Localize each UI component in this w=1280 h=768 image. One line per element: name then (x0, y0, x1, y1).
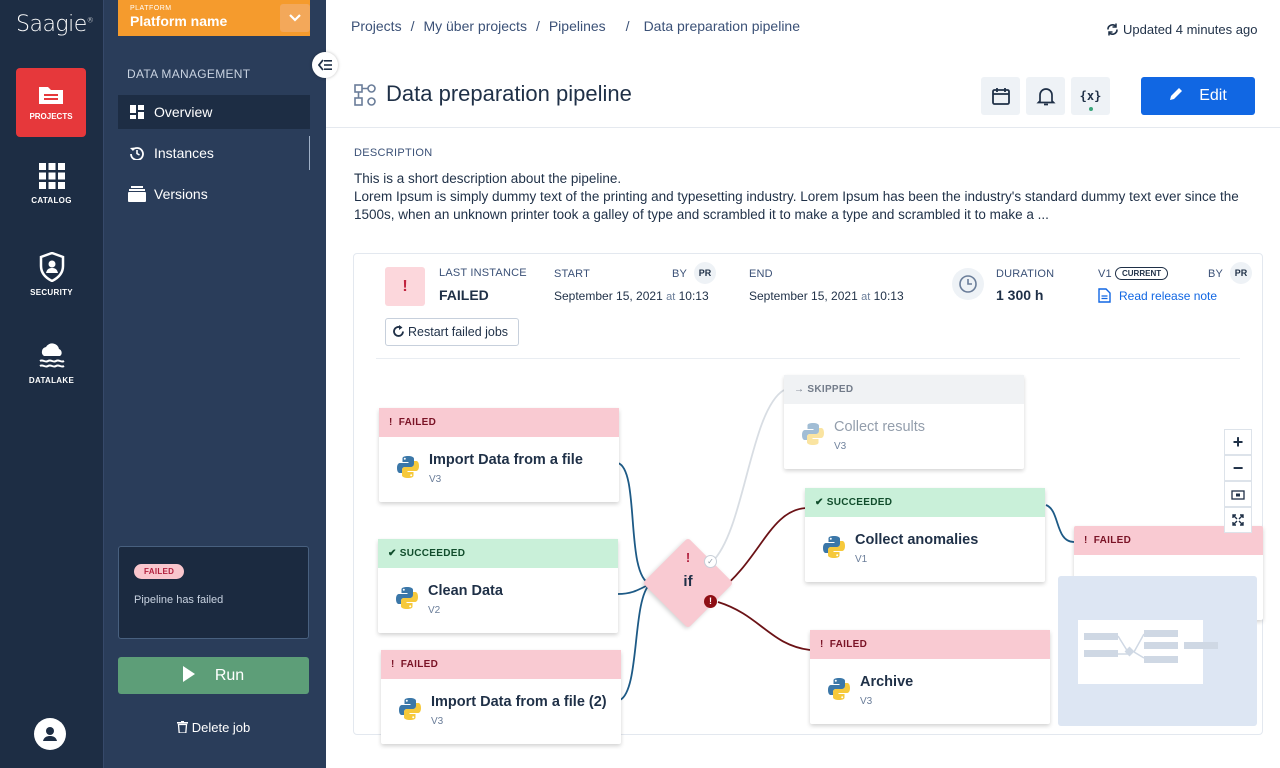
node-version: V1 (855, 554, 868, 565)
python-icon (397, 456, 419, 478)
node-status: FAILED (829, 639, 868, 650)
error-port-icon: ! (704, 595, 717, 608)
job-node-clean-data[interactable]: ✔ SUCCEEDED Clean Data V2 (378, 539, 618, 633)
node-name: Import Data from a file (429, 452, 583, 468)
python-icon (823, 536, 845, 558)
node-version: V3 (860, 696, 873, 707)
node-name: Clean Data (428, 583, 503, 599)
python-icon (828, 678, 850, 700)
job-node-import-data[interactable]: ! FAILED Import Data from a file V3 (379, 408, 619, 502)
python-icon (399, 698, 421, 720)
minimap[interactable] (1058, 576, 1257, 726)
node-status-header: ! FAILED (381, 650, 621, 679)
python-icon (396, 587, 418, 609)
zoom-out-button[interactable]: − (1224, 455, 1252, 481)
condition-error-icon: ! (685, 550, 691, 565)
node-name: Archive (860, 674, 914, 690)
fit-icon (1231, 490, 1245, 500)
minimap-preview (1084, 630, 1218, 663)
node-status-header: ✔ SUCCEEDED (378, 539, 618, 568)
node-name: Import Data from a file (2) (431, 694, 607, 710)
node-name: Collect results (834, 419, 926, 435)
node-status: FAILED (1093, 535, 1132, 546)
node-status-header: → SKIPPED (784, 375, 1024, 404)
zoom-in-button[interactable]: + (1224, 429, 1252, 455)
job-node-archive[interactable]: ! FAILED Archive V3 (810, 630, 1050, 724)
node-status: SUCCEEDED (399, 548, 466, 559)
fullscreen-button[interactable] (1224, 507, 1252, 533)
node-status: SKIPPED (807, 384, 854, 395)
app-window: Saagie® PROJECTS CATALOG SECURITY DATALA… (0, 0, 1280, 768)
job-node-import-data-2[interactable]: ! FAILED Import Data from a file (2) V3 (381, 650, 621, 744)
node-status: FAILED (400, 659, 439, 670)
node-status-header: ! FAILED (379, 408, 619, 437)
check-port-icon: ✓ (704, 555, 717, 568)
node-status: SUCCEEDED (826, 497, 893, 508)
job-node-collect-results[interactable]: → SKIPPED Collect results V3 (784, 375, 1024, 469)
node-name: Collect anomalies (855, 532, 979, 548)
node-version: V3 (429, 474, 442, 485)
node-version: V3 (834, 441, 847, 452)
node-status-header: ! FAILED (810, 630, 1050, 659)
node-version: V3 (431, 716, 444, 727)
expand-icon (1232, 514, 1244, 526)
node-version: V2 (428, 605, 441, 616)
job-node-collect-anomalies[interactable]: ✔ SUCCEEDED Collect anomalies V1 (805, 488, 1045, 582)
fit-view-button[interactable] (1224, 481, 1252, 507)
python-icon (802, 423, 824, 445)
node-status-header: ✔ SUCCEEDED (805, 488, 1045, 517)
node-status: FAILED (398, 417, 437, 428)
condition-label: if (683, 573, 693, 590)
